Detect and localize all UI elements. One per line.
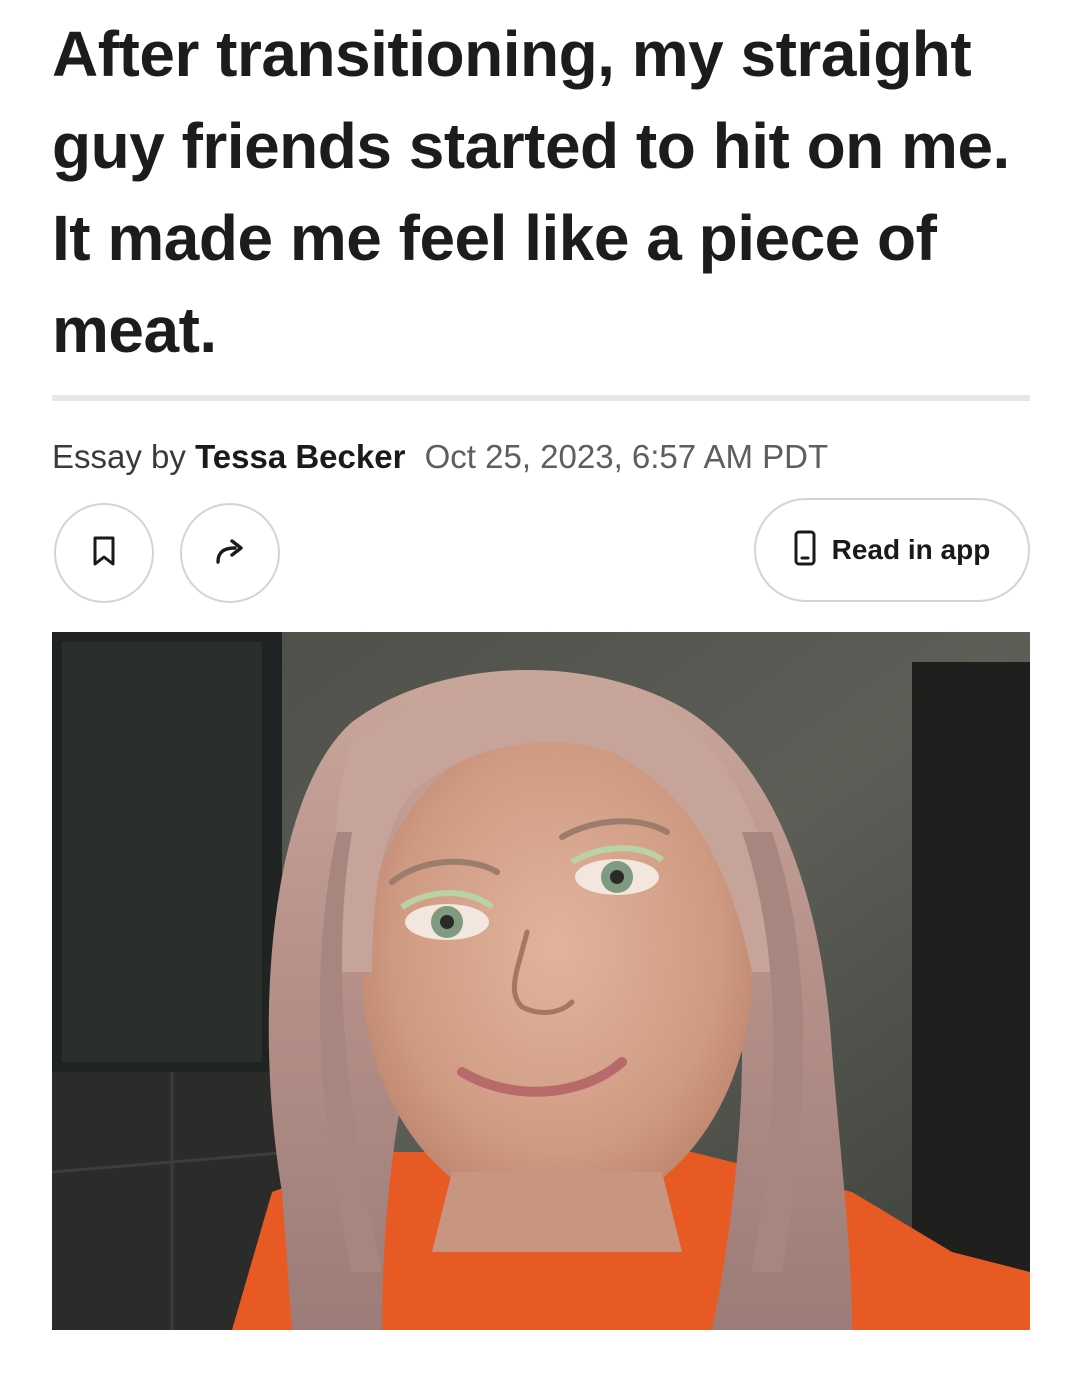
headline-divider	[52, 395, 1030, 401]
selfie-portrait-illustration	[52, 632, 1030, 1330]
phone-icon	[794, 530, 816, 571]
article-headline: After transitioning, my straight guy fri…	[52, 18, 1010, 366]
read-in-app-button[interactable]: Read in app	[754, 498, 1030, 602]
article-photo	[52, 632, 1030, 1330]
bookmark-button[interactable]	[54, 503, 154, 603]
bookmark-icon	[90, 535, 118, 572]
byline-date: Oct 25, 2023, 6:57 AM PDT	[424, 438, 829, 475]
share-arrow-icon	[213, 536, 247, 571]
byline: Essay by Tessa Becker Oct 25, 2023, 6:57…	[52, 437, 828, 477]
article: After transitioning, my straight guy fri…	[0, 0, 1080, 1383]
read-in-app-label: Read in app	[831, 534, 991, 565]
share-button[interactable]	[180, 503, 280, 603]
byline-author[interactable]: Tessa Becker	[195, 438, 405, 475]
byline-prefix: Essay by	[52, 438, 186, 475]
